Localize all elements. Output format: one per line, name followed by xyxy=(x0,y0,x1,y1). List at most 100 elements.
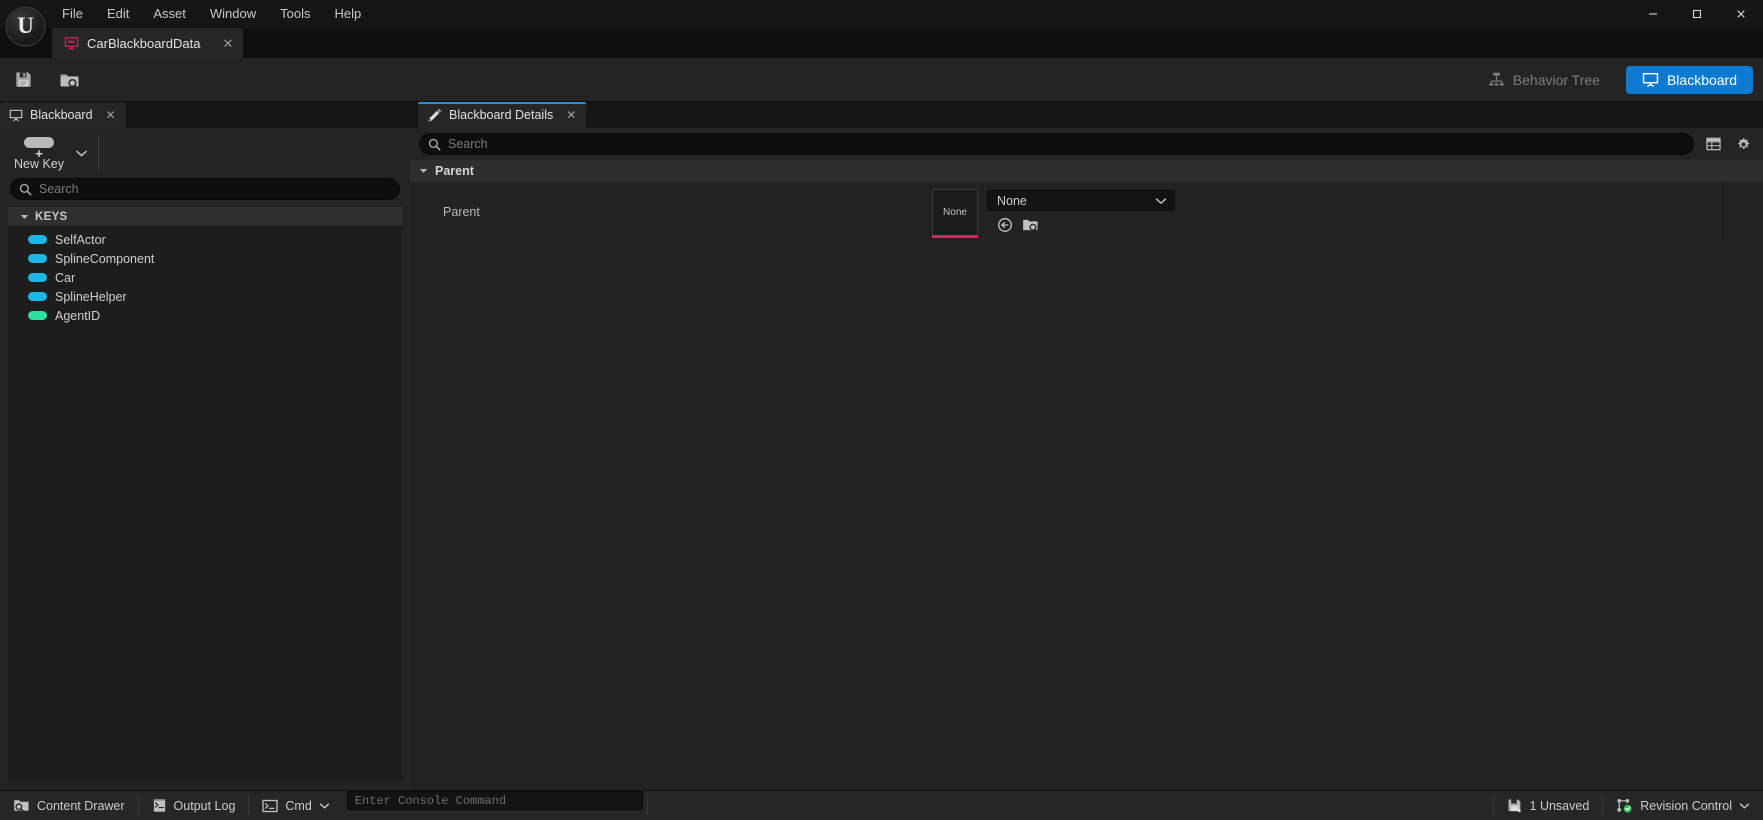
browse-content-button[interactable] xyxy=(46,58,92,102)
parent-thumbnail-label: None xyxy=(943,207,967,218)
chevron-down-icon xyxy=(319,802,330,810)
details-panel-tabrow: Blackboard Details ✕ xyxy=(410,102,1763,128)
use-selected-asset-icon xyxy=(997,217,1013,233)
parent-property-value: None None xyxy=(930,182,1763,242)
save-icon xyxy=(14,70,33,89)
tab-blackboard-label: Blackboard xyxy=(30,108,93,122)
details-search-input[interactable] xyxy=(448,137,1683,151)
list-item[interactable]: AgentID xyxy=(8,306,402,325)
browse-to-asset-icon xyxy=(1022,217,1039,233)
details-column-divider xyxy=(1723,182,1724,242)
revision-control-button[interactable]: Revision Control xyxy=(1603,791,1763,820)
revision-control-icon xyxy=(1616,798,1633,813)
mode-blackboard-label: Blackboard xyxy=(1666,71,1737,88)
menu-tools[interactable]: Tools xyxy=(268,0,322,28)
key-label: AgentID xyxy=(55,308,101,323)
details-settings-button[interactable] xyxy=(1732,133,1754,155)
list-item[interactable]: SplineComponent xyxy=(8,249,402,268)
cmd-icon xyxy=(262,799,279,813)
output-log-label: Output Log xyxy=(173,798,236,813)
new-key-dropdown-button[interactable] xyxy=(68,130,94,176)
new-key-button[interactable]: + New Key xyxy=(10,130,68,176)
key-label: SplineHelper xyxy=(55,289,127,304)
tab-blackboard-close-icon[interactable]: ✕ xyxy=(106,109,116,121)
table-view-icon xyxy=(1705,137,1721,151)
triangle-down-icon xyxy=(20,213,29,221)
asset-tab-close-icon[interactable]: ✕ xyxy=(208,37,233,50)
revision-control-label: Revision Control xyxy=(1640,798,1732,813)
gear-icon xyxy=(1736,137,1751,152)
details-panel-body: Parent Parent None None xyxy=(410,128,1763,790)
list-item[interactable]: Car xyxy=(8,268,402,287)
list-item[interactable]: SelfActor xyxy=(8,230,402,249)
blackboard-panel-body: + New Key Search KEYS SelfActor SplineCo… xyxy=(0,128,410,790)
key-type-pill xyxy=(28,273,47,282)
key-type-pill xyxy=(28,311,47,320)
menu-window[interactable]: Window xyxy=(198,0,268,28)
key-label: SplineComponent xyxy=(55,251,155,266)
tab-details-close-icon[interactable]: ✕ xyxy=(566,109,576,121)
output-log-button[interactable]: Output Log xyxy=(139,791,249,820)
use-selected-asset-button[interactable] xyxy=(995,215,1014,234)
blackboard-icon xyxy=(9,109,23,122)
asset-tab-strip: CarBlackboardData ✕ xyxy=(0,28,1763,58)
keys-section-label: KEYS xyxy=(35,210,68,223)
blackboard-search-box[interactable] xyxy=(10,178,400,200)
blackboard-panel: Blackboard ✕ + New Key Search KEYS SelfA… xyxy=(0,102,410,790)
view-options-button[interactable] xyxy=(1702,133,1724,155)
plus-glyph: + xyxy=(35,145,43,161)
unsaved-save-icon xyxy=(1507,798,1523,813)
blackboard-key-toolbar: + New Key xyxy=(0,128,410,178)
menu-asset[interactable]: Asset xyxy=(141,0,198,28)
blackboard-keys-list[interactable]: SelfActor SplineComponent Car SplineHelp… xyxy=(8,226,402,782)
console-command-box[interactable] xyxy=(346,791,643,810)
unreal-editor-window: U File Edit Asset Window Tools Help CarB… xyxy=(0,0,1763,820)
browse-to-asset-button[interactable] xyxy=(1021,215,1040,234)
mode-behavior-tree[interactable]: Behavior Tree xyxy=(1472,66,1616,94)
details-edit-icon xyxy=(427,108,442,122)
list-item[interactable]: SplineHelper xyxy=(8,287,402,306)
blackboard-search-wrap xyxy=(0,178,410,207)
content-drawer-button[interactable]: Content Drawer xyxy=(0,791,138,820)
key-label: SelfActor xyxy=(55,232,106,247)
parent-asset-thumbnail[interactable]: None xyxy=(932,189,978,238)
blackboard-panel-tabrow: Blackboard ✕ xyxy=(0,102,410,128)
console-command-input[interactable] xyxy=(354,793,635,808)
blackboard-icon xyxy=(1642,72,1659,88)
mode-blackboard[interactable]: Blackboard xyxy=(1625,65,1753,94)
save-button[interactable] xyxy=(0,58,46,102)
unreal-engine-logo[interactable]: U xyxy=(5,6,46,47)
title-bar: File Edit Asset Window Tools Help xyxy=(0,0,1763,28)
menu-help[interactable]: Help xyxy=(322,0,373,28)
browse-content-icon xyxy=(59,70,80,90)
close-button[interactable] xyxy=(1719,0,1763,28)
output-log-icon xyxy=(152,798,167,813)
menu-file[interactable]: File xyxy=(50,0,95,28)
unsaved-button[interactable]: 1 Unsaved xyxy=(1494,791,1603,820)
key-type-pill xyxy=(28,235,47,244)
toolbar-divider xyxy=(98,136,99,170)
minimize-button[interactable] xyxy=(1631,0,1675,28)
menu-edit[interactable]: Edit xyxy=(95,0,141,28)
triangle-down-icon xyxy=(419,167,428,175)
title-spacer xyxy=(373,0,1631,28)
asset-tab-carblackboarddata[interactable]: CarBlackboardData ✕ xyxy=(52,28,244,58)
mode-behavior-tree-label: Behavior Tree xyxy=(1512,71,1600,88)
tab-blackboard-details[interactable]: Blackboard Details ✕ xyxy=(418,102,587,128)
cmd-button[interactable]: Cmd xyxy=(249,791,342,820)
parent-section-label: Parent xyxy=(435,164,474,178)
parent-section-header[interactable]: Parent xyxy=(410,160,1763,182)
blackboard-search-input[interactable] xyxy=(39,182,389,196)
keys-section-header[interactable]: KEYS xyxy=(8,207,402,226)
blackboard-asset-icon xyxy=(64,36,79,51)
details-search-box[interactable] xyxy=(419,133,1694,155)
maximize-button[interactable] xyxy=(1675,0,1719,28)
parent-asset-combo[interactable]: None xyxy=(987,190,1175,211)
parent-asset-combo-value: None xyxy=(997,193,1027,208)
tab-details-label: Blackboard Details xyxy=(449,108,554,122)
content-drawer-icon xyxy=(13,798,30,813)
asset-tab-label: CarBlackboardData xyxy=(87,35,201,51)
tab-blackboard[interactable]: Blackboard ✕ xyxy=(0,102,126,128)
details-empty-area xyxy=(410,242,1763,790)
unsaved-label: 1 Unsaved xyxy=(1529,798,1590,813)
